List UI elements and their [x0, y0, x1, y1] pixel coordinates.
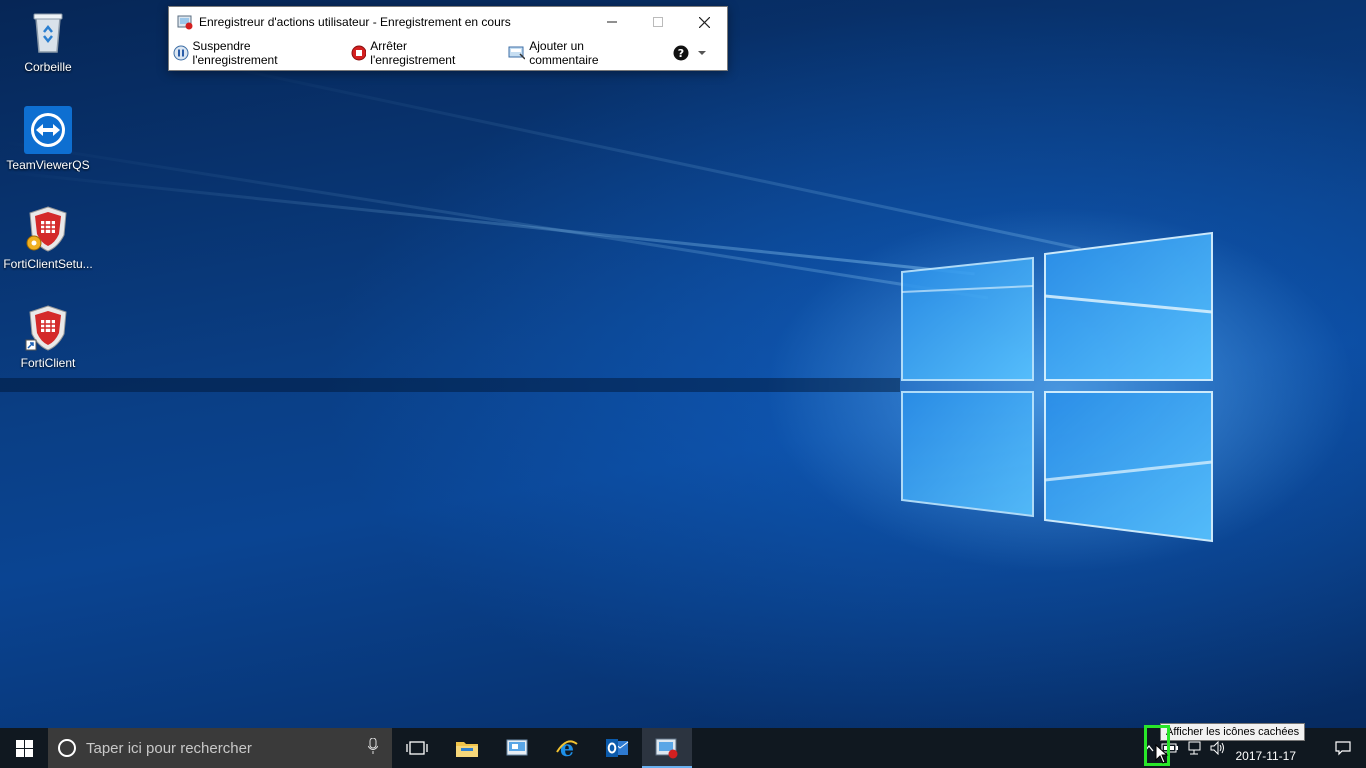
microphone-icon[interactable] — [367, 737, 379, 758]
control-panel-button[interactable] — [492, 728, 542, 768]
desktop-icon-recycle-bin[interactable]: Corbeille — [3, 8, 93, 74]
tooltip: Afficher les icônes cachées — [1160, 723, 1306, 741]
settings-dropdown-button[interactable] — [697, 41, 711, 65]
task-view-button[interactable] — [392, 728, 442, 768]
forticlient-icon — [24, 304, 72, 352]
desktop-icon-label: FortiClientSetu... — [3, 257, 93, 271]
notification-icon — [1335, 741, 1351, 756]
maximize-button[interactable] — [635, 7, 681, 37]
desktop-icon-teamviewer[interactable]: TeamViewerQS — [3, 106, 93, 172]
steps-recorder-window: Enregistreur d'actions utilisateur - Enr… — [168, 6, 728, 71]
help-icon: ? — [673, 45, 689, 61]
desktop-icon-label: Corbeille — [24, 60, 72, 74]
action-center-button[interactable] — [1320, 728, 1366, 768]
windows-start-icon — [15, 739, 33, 757]
forticlient-setup-icon — [24, 205, 72, 253]
add-comment-label: Ajouter un commentaire — [529, 39, 599, 67]
pause-recording-button[interactable]: Suspendre l'enregistrement — [173, 39, 335, 67]
internet-explorer-icon: e — [556, 736, 578, 760]
windows-logo — [901, 231, 1213, 543]
svg-text:?: ? — [678, 47, 684, 60]
outlook-icon — [606, 739, 629, 757]
internet-explorer-button[interactable]: e — [542, 728, 592, 768]
desktop-icon-forticlient-setup[interactable]: FortiClientSetu... — [3, 205, 93, 271]
desktop-icon-forticlient[interactable]: FortiClient — [3, 304, 93, 370]
steps-recorder-icon — [177, 14, 193, 30]
chevron-down-icon — [697, 51, 706, 55]
search-box[interactable]: Taper ici pour rechercher — [48, 728, 392, 768]
teamviewer-icon — [24, 106, 72, 154]
svg-text:e: e — [560, 736, 574, 760]
outlook-button[interactable] — [592, 728, 642, 768]
window-title: Enregistreur d'actions utilisateur - Enr… — [199, 15, 511, 29]
comment-icon — [508, 46, 526, 60]
search-placeholder: Taper ici pour rechercher — [86, 739, 252, 757]
task-view-icon — [406, 741, 428, 755]
minimize-button[interactable] — [589, 7, 635, 37]
desktop-icon-label: TeamViewerQS — [6, 158, 90, 172]
stop-recording-button[interactable]: Arrêter l'enregistrement — [351, 39, 492, 67]
help-button[interactable]: ? — [673, 41, 693, 65]
recycle-bin-icon — [24, 8, 72, 56]
pause-icon — [173, 45, 189, 61]
start-button[interactable] — [0, 728, 48, 768]
recorder-toolbar: Suspendre l'enregistrement Arrêter l'enr… — [169, 37, 727, 69]
stop-icon — [351, 45, 367, 61]
clock-date[interactable]: 2017-11-17 — [1230, 749, 1321, 763]
desktop-icon-label: FortiClient — [20, 356, 76, 370]
mouse-cursor-icon — [1155, 744, 1169, 764]
add-comment-button[interactable]: Ajouter un commentaire — [508, 39, 653, 67]
stop-recording-label: Arrêter l'enregistrement — [370, 39, 456, 67]
steps-recorder-taskbar-button[interactable] — [642, 728, 692, 768]
file-explorer-icon — [456, 742, 478, 757]
cortana-icon — [58, 739, 76, 757]
control-panel-icon — [506, 739, 528, 756]
steps-recorder-icon — [655, 738, 678, 759]
pause-recording-label: Suspendre l'enregistrement — [192, 39, 278, 67]
title-bar[interactable]: Enregistreur d'actions utilisateur - Enr… — [169, 7, 727, 37]
close-button[interactable] — [681, 7, 727, 37]
desktop: Corbeille TeamViewerQS FortiClientSetu.. — [0, 0, 1366, 728]
file-explorer-button[interactable] — [442, 728, 492, 768]
